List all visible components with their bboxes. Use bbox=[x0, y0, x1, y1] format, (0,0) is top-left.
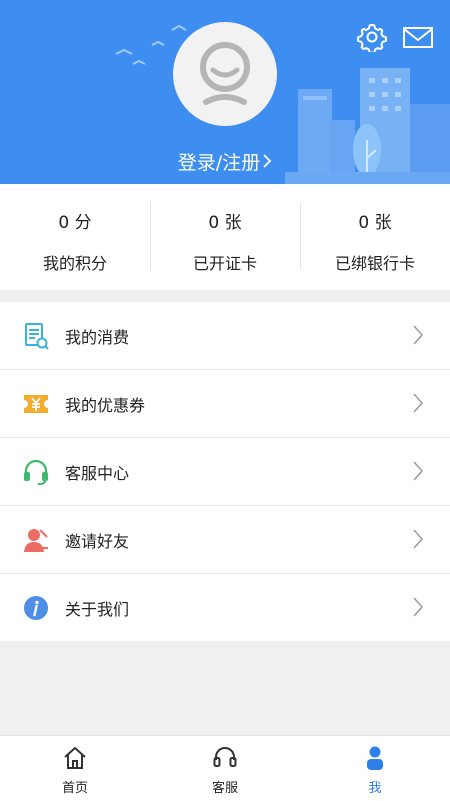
chevron-right-icon bbox=[412, 528, 424, 550]
default-avatar-icon bbox=[200, 42, 250, 105]
chevron-right-icon bbox=[412, 460, 424, 482]
tab-label: 客服 bbox=[211, 781, 238, 796]
stat-value: 0 张 bbox=[208, 213, 242, 233]
headphones-icon bbox=[212, 745, 238, 771]
menu-item-invite-friends[interactable]: 邀请好友 bbox=[0, 505, 450, 573]
settings-gear-icon[interactable] bbox=[357, 22, 387, 54]
menu-item-label: 客服中心 bbox=[65, 463, 130, 483]
chevron-right-icon bbox=[262, 152, 272, 174]
coupon-icon bbox=[22, 390, 50, 418]
stat-issued-cards[interactable]: 0 张 已开证卡 bbox=[150, 184, 300, 290]
tab-home[interactable]: 首页 bbox=[0, 736, 150, 801]
menu-item-my-consumption[interactable]: 我的消费 bbox=[0, 302, 450, 369]
stat-label: 我的积分 bbox=[42, 254, 107, 273]
profile-header: 登录/注册 bbox=[0, 0, 450, 184]
tab-label: 首页 bbox=[61, 781, 88, 796]
tab-customer-service[interactable]: 客服 bbox=[150, 736, 300, 801]
user-icon bbox=[362, 745, 388, 771]
stat-label: 已开证卡 bbox=[192, 254, 257, 273]
tab-label: 我 bbox=[368, 781, 382, 796]
menu-item-label: 我的消费 bbox=[65, 327, 130, 347]
bottom-tab-bar: 首页 客服 我 bbox=[0, 735, 450, 801]
tab-me[interactable]: 我 bbox=[300, 736, 450, 801]
avatar[interactable] bbox=[173, 22, 277, 126]
receipt-icon bbox=[22, 322, 50, 350]
menu-item-my-coupons[interactable]: 我的优惠券 bbox=[0, 369, 450, 437]
info-icon bbox=[22, 594, 50, 622]
stat-points[interactable]: 0 分 我的积分 bbox=[0, 184, 150, 290]
menu-item-label: 关于我们 bbox=[65, 599, 130, 619]
stat-value: 0 分 bbox=[58, 213, 92, 233]
mail-icon[interactable] bbox=[402, 22, 434, 52]
login-register-link[interactable]: 登录/注册 bbox=[0, 148, 450, 175]
menu-item-label: 我的优惠券 bbox=[65, 395, 146, 415]
stats-bar: 0 分 我的积分 0 张 已开证卡 0 张 已绑银行卡 bbox=[0, 184, 450, 290]
chevron-right-icon bbox=[412, 324, 424, 346]
login-register-label[interactable]: 登录/注册 bbox=[178, 152, 260, 174]
chevron-right-icon bbox=[412, 596, 424, 618]
chevron-right-icon bbox=[412, 392, 424, 414]
stat-value: 0 张 bbox=[358, 213, 392, 233]
menu-list: 我的消费 我的优惠券 客服中心 邀请好友 关于我们 bbox=[0, 302, 450, 641]
stat-label: 已绑银行卡 bbox=[334, 254, 415, 273]
home-icon bbox=[62, 745, 88, 771]
menu-item-label: 邀请好友 bbox=[65, 531, 130, 551]
stat-bank-cards[interactable]: 0 张 已绑银行卡 bbox=[300, 184, 450, 290]
menu-item-customer-service[interactable]: 客服中心 bbox=[0, 437, 450, 505]
headset-icon bbox=[22, 458, 50, 486]
invite-user-icon bbox=[22, 526, 50, 554]
menu-item-about-us[interactable]: 关于我们 bbox=[0, 573, 450, 641]
